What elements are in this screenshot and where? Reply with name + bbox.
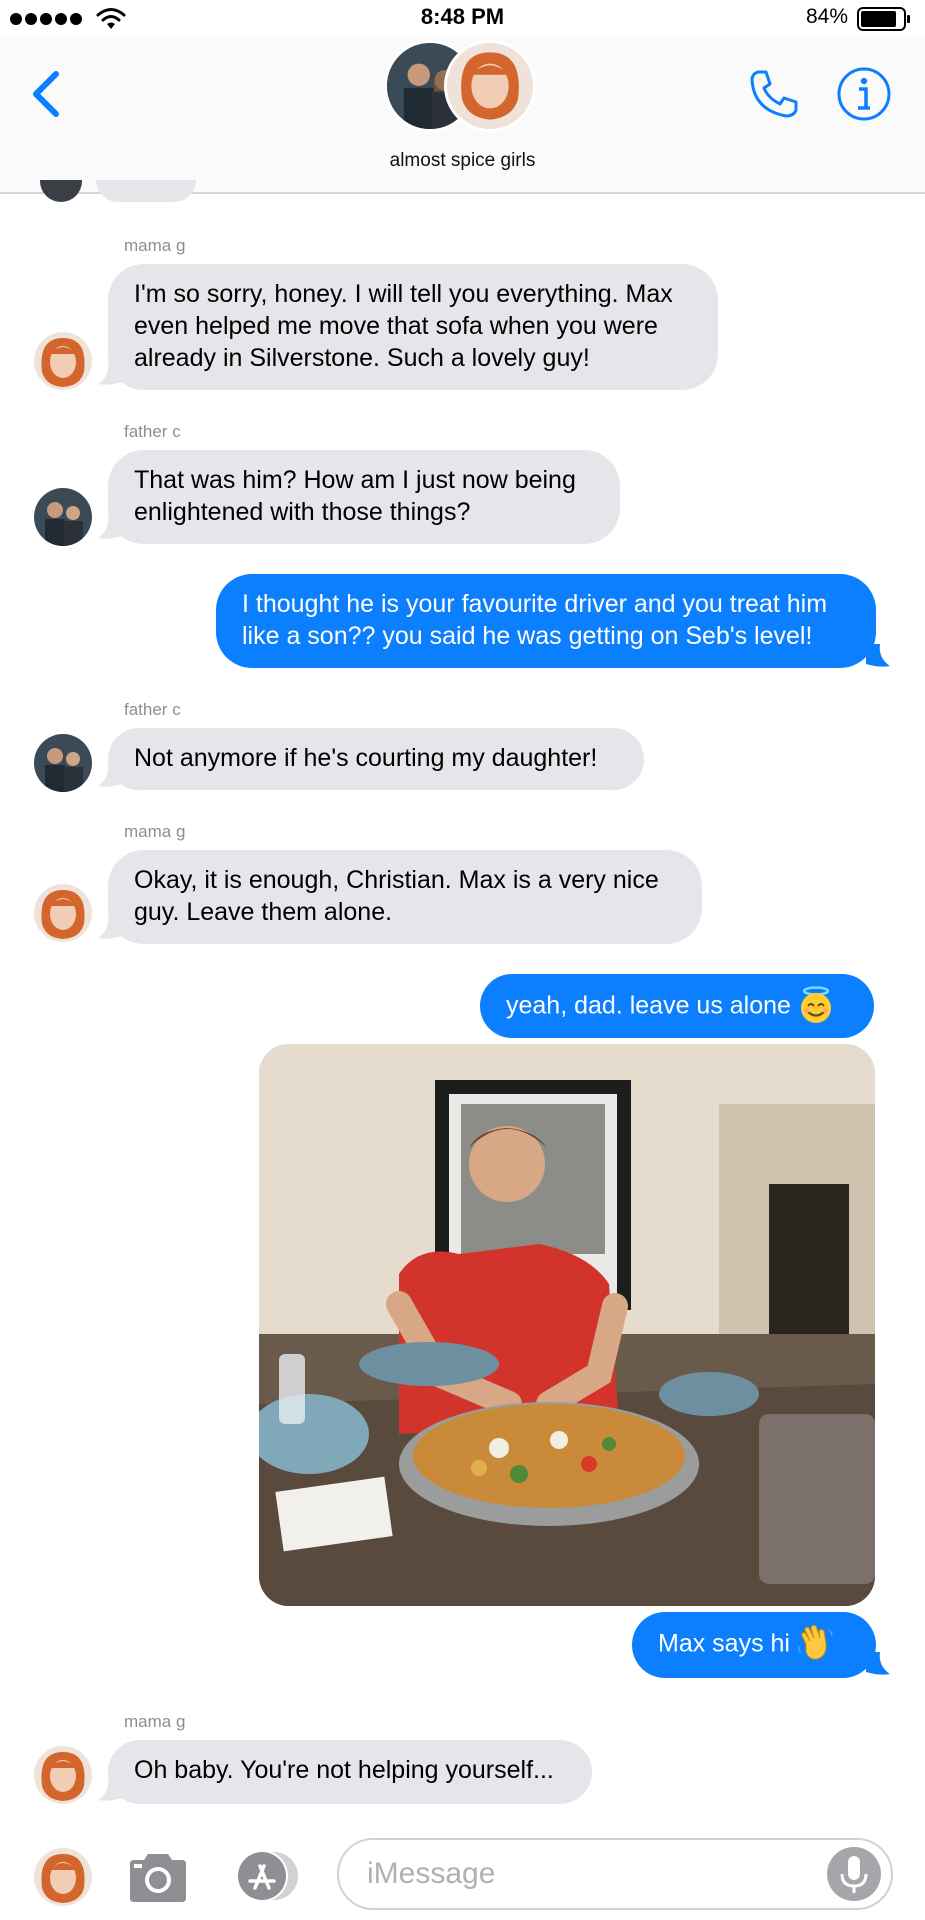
message-text: Max says hi: [658, 1629, 790, 1658]
camera-icon[interactable]: [126, 1850, 190, 1904]
input-bar: [0, 1826, 925, 1920]
battery-icon: [857, 7, 910, 31]
avatar-mama-g: [34, 332, 92, 390]
message-bubble-outgoing[interactable]: Max says hi: [632, 1612, 876, 1678]
phone-icon[interactable]: [746, 66, 802, 122]
chevron-left-icon[interactable]: [28, 64, 64, 124]
avatar-mama-g: [34, 884, 92, 942]
conversation-header: almost spice girls: [0, 36, 925, 194]
info-icon[interactable]: [836, 66, 892, 122]
message-bubble[interactable]: That was him? How am I just now being en…: [108, 450, 620, 544]
waving-hand-icon: [797, 1624, 833, 1660]
message-bubble-partial: [96, 180, 196, 202]
microphone-icon[interactable]: [826, 1846, 882, 1902]
photo-attachment[interactable]: [259, 1044, 875, 1606]
smiling-face-with-halo-icon: [800, 986, 831, 1023]
sender-label: father c: [124, 422, 181, 441]
sender-label: mama g: [124, 822, 186, 841]
avatar-mama-g: [34, 1746, 92, 1804]
message-bubble[interactable]: I'm so sorry, honey. I will tell you eve…: [108, 264, 718, 390]
avatar-mama-g: [444, 40, 536, 132]
message-text: yeah, dad. leave us alone: [506, 991, 791, 1020]
message-input[interactable]: [337, 1838, 893, 1910]
group-name[interactable]: almost spice girls: [0, 150, 925, 172]
message-bubble[interactable]: Okay, it is enough, Christian. Max is a …: [108, 850, 702, 944]
avatar-father-c: [34, 488, 92, 546]
sender-label: father c: [124, 700, 181, 719]
photo-image: [259, 1044, 875, 1606]
message-bubble-outgoing[interactable]: I thought he is your favourite driver an…: [216, 574, 876, 668]
battery-percent: 84%: [805, 5, 848, 28]
sender-label: mama g: [124, 1712, 186, 1731]
app-store-icon[interactable]: [230, 1848, 306, 1904]
avatar-self[interactable]: [34, 1848, 92, 1906]
message-bubble[interactable]: Not anymore if he's courting my daughter…: [108, 728, 644, 790]
status-bar: 8:48 PM 84%: [0, 0, 925, 36]
messages-screen: 8:48 PM 84% almost spice girls mama g I'…: [0, 0, 925, 1920]
sender-label: mama g: [124, 236, 186, 255]
message-bubble[interactable]: Oh baby. You're not helping yourself...: [108, 1740, 592, 1804]
avatar-partial: [40, 180, 82, 202]
message-bubble-outgoing[interactable]: yeah, dad. leave us alone: [480, 974, 874, 1038]
avatar-father-c: [34, 734, 92, 792]
group-avatars[interactable]: [384, 40, 544, 132]
status-time: 8:48 PM: [420, 4, 505, 29]
